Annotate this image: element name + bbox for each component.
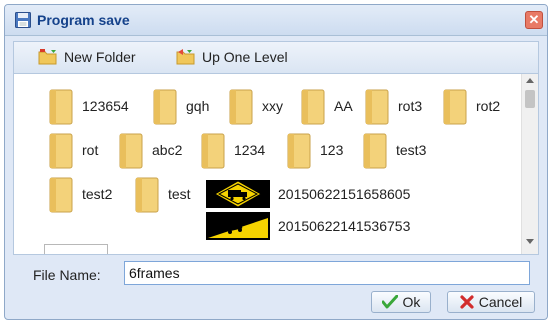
folder-item[interactable]: test3 <box>362 130 426 170</box>
folder-icon <box>301 89 325 125</box>
folder-icon <box>135 177 159 213</box>
folder-item[interactable]: 1234 <box>200 130 265 170</box>
program-file-item[interactable]: 20150622151658605 <box>206 180 410 208</box>
folder-item[interactable]: 123 <box>286 130 343 170</box>
up-one-level-label: Up One Level <box>202 49 288 65</box>
floppy-disk-icon <box>15 12 31 28</box>
scroll-up-icon[interactable] <box>526 78 534 83</box>
folder-icon <box>49 89 73 125</box>
file-name-label: File Name: <box>33 267 101 283</box>
close-button[interactable]: ✕ <box>525 11 543 29</box>
program-file-label: 20150622141536753 <box>278 218 411 234</box>
folder-icon <box>229 89 253 125</box>
folder-icon <box>201 133 225 169</box>
new-folder-icon <box>38 49 57 65</box>
folder-label: AA <box>334 98 353 114</box>
folder-item[interactable]: rot3 <box>364 86 422 126</box>
folder-label: gqh <box>186 98 210 114</box>
folder-label: 123 <box>320 142 344 158</box>
folder-item[interactable]: 123654 <box>48 86 129 126</box>
folder-icon <box>363 133 387 169</box>
folder-item[interactable]: xxy <box>228 86 283 126</box>
folder-item[interactable]: gqh <box>152 86 209 126</box>
folder-icon <box>153 89 177 125</box>
folder-label: xxy <box>262 98 283 114</box>
folder-icon <box>443 89 467 125</box>
cancel-x-icon <box>460 295 474 309</box>
folder-label: test2 <box>82 186 113 202</box>
file-name-input[interactable] <box>124 261 530 285</box>
folder-label: rot3 <box>398 98 423 114</box>
folder-label: abc2 <box>152 142 183 158</box>
folder-item[interactable]: test2 <box>48 174 112 214</box>
folder-icon <box>287 133 311 169</box>
new-folder-label: New Folder <box>64 49 136 65</box>
folder-icon <box>119 133 143 169</box>
folder-label: 123654 <box>82 98 129 114</box>
new-folder-button[interactable]: New Folder <box>38 49 136 65</box>
folder-label: test <box>168 186 191 202</box>
ok-label: Ok <box>402 294 421 310</box>
partial-file-item <box>44 244 108 254</box>
folder-item[interactable]: AA <box>300 86 353 126</box>
ok-button[interactable]: Ok <box>371 291 431 313</box>
car-slope-thumbnail-icon <box>206 212 270 240</box>
folder-item[interactable]: abc2 <box>118 130 182 170</box>
cancel-button[interactable]: Cancel <box>447 291 535 313</box>
folder-item[interactable]: rot <box>48 130 98 170</box>
folder-label: 1234 <box>234 142 266 158</box>
checkmark-icon <box>381 295 398 309</box>
cancel-label: Cancel <box>478 294 523 310</box>
program-save-dialog: Program save ✕ New Folder Up One Level 1… <box>4 4 548 320</box>
folder-icon <box>49 177 73 213</box>
close-icon: ✕ <box>528 12 540 27</box>
up-one-level-button[interactable]: Up One Level <box>176 49 288 65</box>
dialog-title: Program save <box>37 12 130 28</box>
scroll-down-icon[interactable] <box>526 239 534 244</box>
folder-item[interactable]: rot2 <box>442 86 500 126</box>
folder-label: test3 <box>396 142 427 158</box>
title-bar[interactable]: Program save ✕ <box>5 5 547 36</box>
up-folder-icon <box>176 49 195 65</box>
folder-item[interactable]: test <box>134 174 191 214</box>
file-browser-pane[interactable]: 123654 gqh xxy AA rot3 rot2 rot abc2 123… <box>13 73 539 255</box>
vertical-scrollbar[interactable] <box>521 74 538 254</box>
folder-label: rot <box>82 142 99 158</box>
folder-icon <box>49 133 73 169</box>
folder-icon <box>365 89 389 125</box>
program-file-label: 20150622151658605 <box>278 186 411 202</box>
toolbar: New Folder Up One Level <box>13 41 539 73</box>
program-file-item[interactable]: 20150622141536753 <box>206 212 410 240</box>
folder-label: rot2 <box>476 98 501 114</box>
truck-sign-thumbnail-icon <box>206 180 270 208</box>
scrollbar-thumb[interactable] <box>525 90 535 108</box>
